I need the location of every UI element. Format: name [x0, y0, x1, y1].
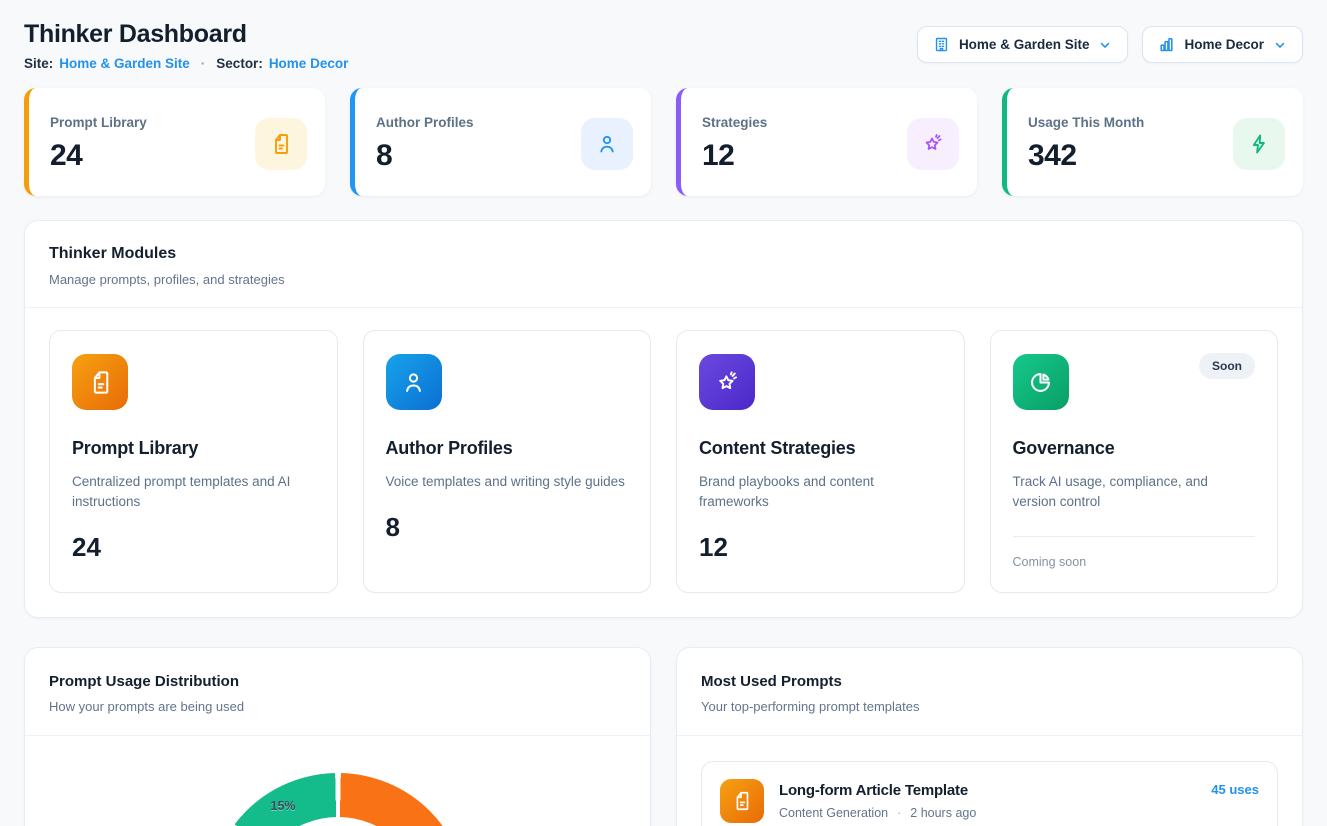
user-icon [386, 354, 442, 410]
site-link[interactable]: Home & Garden Site [59, 56, 190, 71]
stat-card-usage: Usage This Month 342 [1002, 88, 1303, 196]
usage-panel-title: Prompt Usage Distribution [49, 673, 626, 690]
module-card-governance[interactable]: Soon Governance Track AI usage, complian… [990, 330, 1279, 593]
divider [1013, 536, 1256, 537]
sector-link[interactable]: Home Decor [269, 56, 349, 71]
coming-soon-text: Coming soon [1013, 555, 1256, 569]
sector-label: Sector: [216, 56, 263, 71]
meta-separator: · [201, 56, 206, 71]
site-selector-button[interactable]: Home & Garden Site [917, 26, 1129, 63]
module-count: 8 [386, 512, 629, 543]
module-count: 12 [699, 532, 942, 563]
module-description: Voice templates and writing style guides [386, 472, 628, 492]
header-actions: Home & Garden Site Home Decor [917, 16, 1303, 63]
module-description: Brand playbooks and content frameworks [699, 472, 941, 512]
donut-chart-area: 15% [25, 736, 650, 826]
stat-label: Strategies [702, 115, 767, 130]
stat-value: 24 [50, 139, 147, 173]
module-card-prompt-library[interactable]: Prompt Library Centralized prompt templa… [49, 330, 338, 593]
donut-slice-label: 15% [271, 799, 296, 813]
prompt-item-meta: Content Generation · 2 hours ago [779, 806, 976, 820]
chevron-down-icon [1098, 38, 1112, 52]
module-count: 24 [72, 532, 315, 563]
usage-panel-subtitle: How your prompts are being used [49, 699, 626, 714]
module-description: Centralized prompt templates and AI inst… [72, 472, 314, 512]
sector-selector-button[interactable]: Home Decor [1142, 26, 1303, 63]
dashboard-page: Thinker Dashboard Site: Home & Garden Si… [0, 0, 1327, 826]
modules-title: Thinker Modules [49, 245, 1278, 263]
modules-header: Thinker Modules Manage prompts, profiles… [25, 221, 1302, 307]
prompt-item-body: Long-form Article Template Content Gener… [779, 782, 976, 820]
star-icon [907, 118, 959, 170]
bar-chart-icon [1158, 36, 1175, 53]
module-card-content-strategies[interactable]: Content Strategies Brand playbooks and c… [676, 330, 965, 593]
usage-panel-header: Prompt Usage Distribution How your promp… [25, 648, 650, 735]
page-title: Thinker Dashboard [24, 16, 348, 49]
prompt-item-time: 2 hours ago [910, 806, 976, 820]
module-title: Author Profiles [386, 438, 629, 459]
header-titles: Thinker Dashboard Site: Home & Garden Si… [24, 16, 348, 71]
document-icon [255, 118, 307, 170]
stat-label: Author Profiles [376, 115, 474, 130]
thinker-modules-panel: Thinker Modules Manage prompts, profiles… [24, 220, 1303, 618]
module-description: Track AI usage, compliance, and version … [1013, 472, 1255, 512]
usage-donut: 15% [208, 773, 468, 826]
usage-distribution-panel: Prompt Usage Distribution How your promp… [24, 647, 651, 826]
most-used-prompts-panel: Most Used Prompts Your top-performing pr… [676, 647, 1303, 826]
modules-grid: Prompt Library Centralized prompt templa… [25, 308, 1302, 617]
stat-value: 8 [376, 139, 474, 173]
prompt-list: Long-form Article Template Content Gener… [677, 736, 1302, 826]
breadcrumb: Site: Home & Garden Site · Sector: Home … [24, 56, 348, 71]
document-icon [720, 779, 764, 823]
prompt-item-category: Content Generation [779, 806, 888, 820]
module-card-author-profiles[interactable]: Author Profiles Voice templates and writ… [363, 330, 652, 593]
stat-card-prompt-library: Prompt Library 24 [24, 88, 325, 196]
stat-card-strategies: Strategies 12 [676, 88, 977, 196]
bolt-icon [1233, 118, 1285, 170]
prompt-item-uses-badge: 45 uses [1211, 782, 1259, 797]
module-title: Governance [1013, 438, 1256, 459]
star-icon [699, 354, 755, 410]
prompts-panel-subtitle: Your top-performing prompt templates [701, 699, 1278, 714]
stat-value: 342 [1028, 139, 1144, 173]
stat-label: Usage This Month [1028, 115, 1144, 130]
sector-selector-label: Home Decor [1184, 37, 1264, 52]
prompts-panel-title: Most Used Prompts [701, 673, 1278, 690]
prompt-item-title: Long-form Article Template [779, 782, 976, 799]
page-header: Thinker Dashboard Site: Home & Garden Si… [24, 16, 1303, 71]
meta-separator: · [897, 806, 901, 820]
module-title: Content Strategies [699, 438, 942, 459]
modules-subtitle: Manage prompts, profiles, and strategies [49, 272, 1278, 287]
site-label: Site: [24, 56, 53, 71]
prompts-panel-header: Most Used Prompts Your top-performing pr… [677, 648, 1302, 735]
bottom-row: Prompt Usage Distribution How your promp… [24, 647, 1303, 826]
stat-label: Prompt Library [50, 115, 147, 130]
soon-badge: Soon [1199, 353, 1255, 379]
site-selector-label: Home & Garden Site [959, 37, 1090, 52]
stat-value: 12 [702, 139, 767, 173]
user-icon [581, 118, 633, 170]
building-icon [933, 36, 950, 53]
chevron-down-icon [1273, 38, 1287, 52]
document-icon [72, 354, 128, 410]
prompt-list-item[interactable]: Long-form Article Template Content Gener… [701, 761, 1278, 826]
module-title: Prompt Library [72, 438, 315, 459]
pie-chart-icon [1013, 354, 1069, 410]
stat-card-author-profiles: Author Profiles 8 [350, 88, 651, 196]
stats-row: Prompt Library 24 Author Profiles 8 Stra… [24, 88, 1303, 196]
